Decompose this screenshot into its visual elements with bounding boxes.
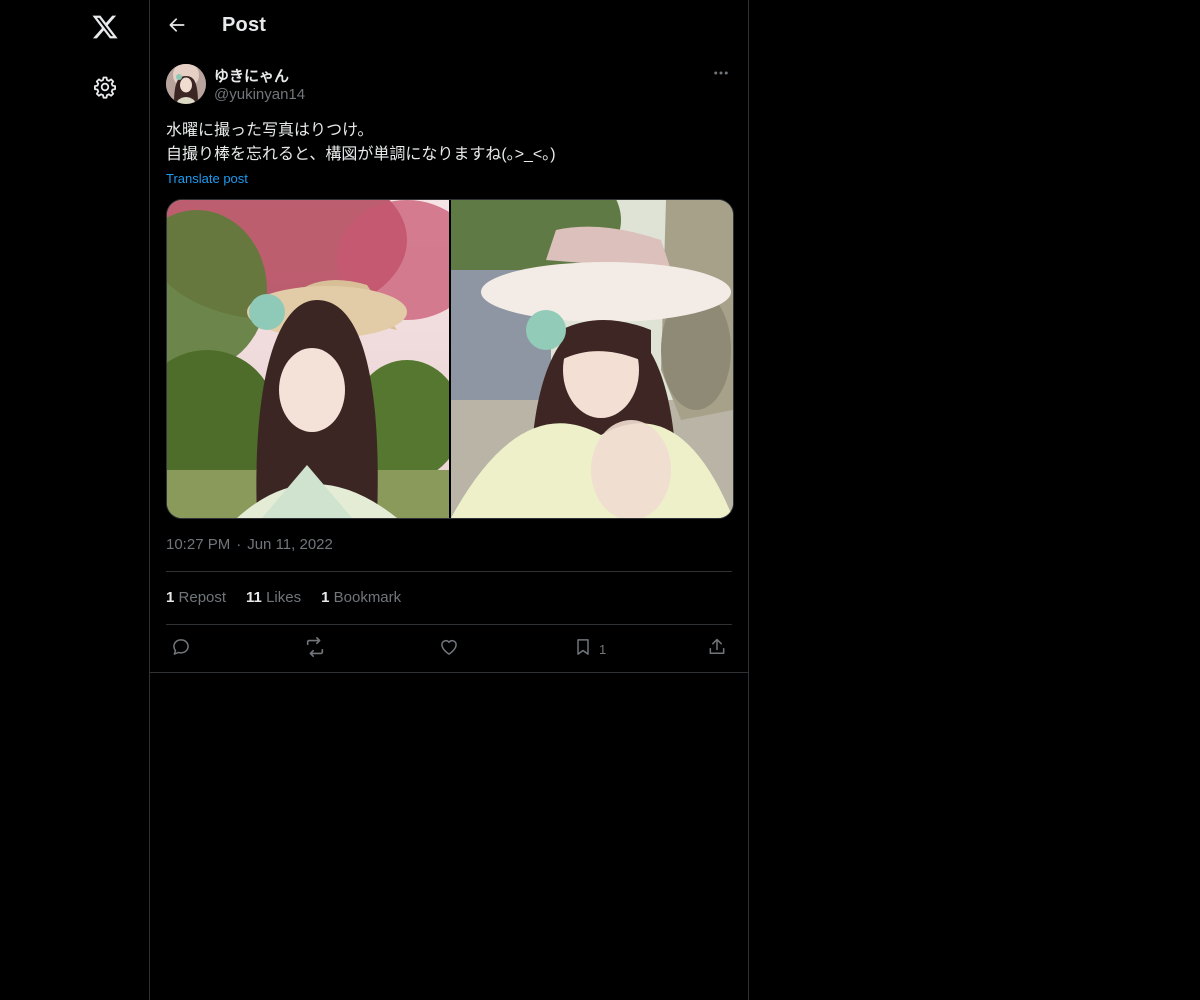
gear-icon[interactable] [91, 73, 119, 101]
reposts-stat[interactable]: 1 Repost [166, 589, 226, 606]
like-icon [439, 637, 459, 662]
back-button[interactable] [164, 14, 190, 40]
reposts-count: 1 [166, 589, 175, 606]
bookmark-button[interactable]: 1 [573, 636, 606, 662]
post-photo[interactable] [451, 200, 733, 518]
post-bottom-border [150, 672, 748, 673]
post-text: 水曜に撮った写真はりつけ。 自撮り棒を忘れると、構図が単調になりますね(｡>_<… [166, 119, 732, 167]
post-media [166, 199, 734, 519]
bookmarks-label: Bookmark [333, 589, 402, 606]
author-handle[interactable]: @yukinyan14 [214, 86, 305, 103]
post-author: ゆきにゃん @yukinyan14 [166, 64, 732, 108]
divider [166, 624, 732, 625]
like-button[interactable] [439, 636, 459, 662]
post-time: 10:27 PM [166, 536, 231, 553]
post-photo[interactable] [167, 200, 449, 518]
post-stats: 1 Repost 11 Likes 1 Bookmark [166, 589, 401, 606]
reply-button[interactable] [171, 636, 191, 662]
translate-post-link[interactable]: Translate post [166, 171, 248, 186]
bookmark-icon [573, 637, 593, 662]
x-logo-icon[interactable] [89, 11, 121, 43]
repost-button[interactable] [304, 636, 326, 662]
arrow-left-icon [167, 15, 187, 40]
post-actions: 1 [166, 636, 732, 662]
left-nav [0, 0, 149, 1000]
repost-icon [304, 636, 326, 663]
author-display-name[interactable]: ゆきにゃん [214, 65, 289, 86]
bookmarks-count: 1 [321, 589, 330, 606]
more-icon [712, 64, 730, 87]
bookmarks-stat[interactable]: 1 Bookmark [321, 589, 401, 606]
post-text-line: 自撮り棒を忘れると、構図が単調になりますね(｡>_<｡) [166, 146, 556, 163]
share-icon [707, 637, 727, 662]
post-text-line: 水曜に撮った写真はりつけ。 [166, 122, 374, 139]
more-button[interactable] [710, 64, 732, 86]
likes-stat[interactable]: 11 Likes [246, 589, 301, 606]
bookmark-count: 1 [599, 641, 607, 657]
page-header: Post [150, 0, 748, 54]
divider [166, 571, 732, 572]
post-date: Jun 11, 2022 [247, 536, 333, 553]
reply-icon [171, 637, 191, 662]
post-timestamp[interactable]: 10:27 PM · Jun 11, 2022 [166, 536, 333, 553]
reposts-label: Repost [178, 589, 227, 606]
likes-count: 11 [246, 589, 262, 606]
timestamp-separator: · [236, 536, 242, 553]
avatar[interactable] [166, 64, 206, 104]
share-button[interactable] [707, 636, 727, 662]
post-column: Post ゆきにゃん @yukinyan14 水曜に撮った写真はりつけ。 自撮り… [149, 0, 749, 1000]
likes-label: Likes [266, 589, 302, 606]
page-title: Post [222, 14, 267, 36]
